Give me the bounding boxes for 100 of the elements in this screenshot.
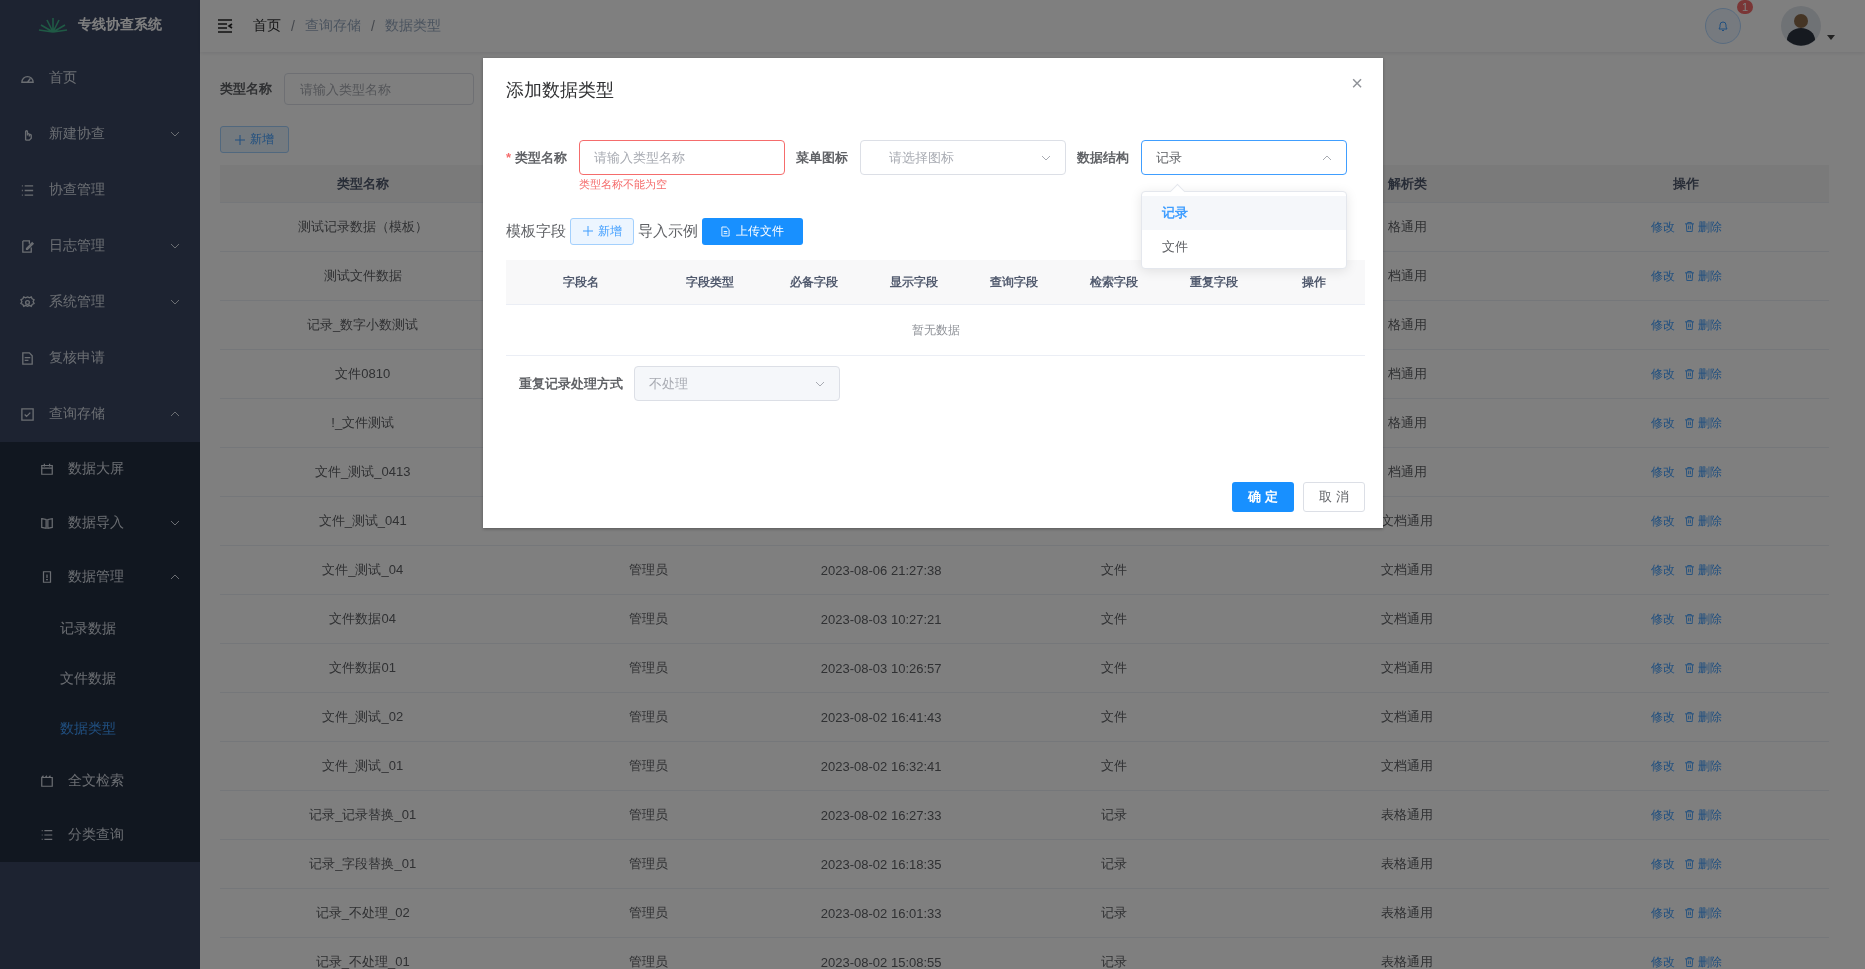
select-field[interactable]: 请选择图标 bbox=[859, 140, 1066, 175]
edit-link[interactable]: 修改 bbox=[1650, 316, 1675, 334]
table-cell: 文件 bbox=[1101, 659, 1128, 677]
close-button[interactable]: × bbox=[1345, 70, 1369, 97]
table-cell: 表格通用 bbox=[1381, 806, 1434, 824]
table-cell: 档通用 bbox=[1387, 463, 1427, 481]
add-field-button[interactable]: 新增 bbox=[570, 217, 634, 245]
table-cell: 文件_测试_04 bbox=[322, 561, 404, 579]
delete-link[interactable]: 删除 bbox=[1684, 267, 1722, 285]
delete-link[interactable]: 删除 bbox=[1684, 757, 1722, 775]
field-label: 重复记录处理方式 bbox=[519, 375, 623, 393]
delete-link[interactable]: 删除 bbox=[1684, 610, 1722, 628]
delete-link[interactable]: 删除 bbox=[1684, 904, 1722, 922]
delete-link[interactable]: 删除 bbox=[1684, 365, 1722, 383]
table-cell: 2023-08-02 16:01:33 bbox=[820, 905, 942, 921]
badge-icon bbox=[40, 570, 54, 584]
menu-item[interactable]: 数据大屏 bbox=[0, 442, 200, 496]
table-cell: 管理员 bbox=[628, 953, 668, 969]
table-cell: 档通用 bbox=[1387, 267, 1427, 285]
table-cell: 管理员 bbox=[628, 806, 668, 824]
edit-link[interactable]: 修改 bbox=[1650, 218, 1675, 236]
menu-item[interactable]: 日志管理 bbox=[0, 218, 200, 274]
delete-link[interactable]: 删除 bbox=[1684, 463, 1722, 481]
edit-link[interactable]: 修改 bbox=[1650, 463, 1675, 481]
edit-link[interactable]: 修改 bbox=[1650, 365, 1675, 383]
field-label: 数据结构 bbox=[1076, 149, 1129, 167]
edit-link[interactable]: 修改 bbox=[1650, 904, 1675, 922]
edit-link[interactable]: 修改 bbox=[1650, 708, 1675, 726]
table-cell: 2023-08-02 16:32:41 bbox=[820, 758, 942, 774]
edit-link[interactable]: 修改 bbox=[1650, 659, 1675, 677]
trash-icon bbox=[1684, 663, 1694, 673]
add-button[interactable]: 新增 bbox=[220, 126, 289, 153]
trash-icon bbox=[1684, 957, 1694, 967]
table-cell: 管理员 bbox=[628, 610, 668, 628]
menu-icon[interactable] bbox=[217, 19, 233, 33]
edit-link[interactable]: 修改 bbox=[1650, 267, 1675, 285]
plus-icon bbox=[235, 134, 245, 145]
confirm-button[interactable]: 确 定 bbox=[1232, 482, 1294, 512]
edit-link[interactable]: 修改 bbox=[1650, 610, 1675, 628]
upload-button[interactable]: 上传文件 bbox=[702, 217, 803, 245]
delete-link[interactable]: 删除 bbox=[1684, 659, 1722, 677]
caret-icon[interactable] bbox=[1827, 34, 1835, 40]
menu-item[interactable]: 数据管理 bbox=[0, 550, 200, 604]
table-cell: 表格通用 bbox=[1381, 904, 1434, 922]
edit-link[interactable]: 修改 bbox=[1650, 757, 1675, 775]
table-cell: 表格通用 bbox=[1381, 855, 1434, 873]
delete-link[interactable]: 删除 bbox=[1684, 218, 1722, 236]
dropdown-option[interactable]: 文件 bbox=[1141, 230, 1346, 264]
menu-item[interactable]: 全文检索 bbox=[0, 754, 200, 808]
avatar-icon[interactable] bbox=[1781, 6, 1821, 46]
delete-link[interactable]: 删除 bbox=[1684, 953, 1722, 969]
trash-icon bbox=[1684, 320, 1694, 330]
menu-item[interactable]: 首页 bbox=[0, 50, 200, 106]
table-cell: 文件_测试_02 bbox=[322, 708, 404, 726]
menu-item[interactable]: 复核申请 bbox=[0, 330, 200, 386]
list-icon bbox=[20, 182, 35, 198]
menu-item[interactable]: 协查管理 bbox=[0, 162, 200, 218]
menu-item[interactable]: 数据类型 bbox=[0, 704, 200, 754]
table-cell: 记录_记录替换_01 bbox=[309, 806, 417, 824]
edit-link[interactable]: 修改 bbox=[1650, 512, 1675, 530]
breadcrumb-item[interactable]: 首页 bbox=[253, 17, 281, 35]
dropdown-option[interactable]: 记录 bbox=[1141, 196, 1346, 230]
document-icon bbox=[20, 350, 35, 366]
edit-link[interactable]: 修改 bbox=[1650, 414, 1675, 432]
menu-item[interactable]: 查询存储 bbox=[0, 386, 200, 442]
cancel-button[interactable]: 取 消 bbox=[1303, 482, 1365, 512]
dialog-title: 添加数据类型 bbox=[506, 79, 614, 102]
menu-item[interactable]: 分类查询 bbox=[0, 808, 200, 862]
section-label: 导入示例 bbox=[638, 221, 698, 241]
table-cell: 记录_不处理_01 bbox=[315, 953, 410, 969]
table-cell: 文件_测试_0413 bbox=[315, 463, 411, 481]
delete-link[interactable]: 删除 bbox=[1684, 561, 1722, 579]
delete-link[interactable]: 删除 bbox=[1684, 806, 1722, 824]
delete-link[interactable]: 删除 bbox=[1684, 855, 1722, 873]
chevron-icon bbox=[170, 574, 180, 580]
select-field[interactable]: 记录 bbox=[1140, 140, 1347, 175]
table-cell: 文件_测试_01 bbox=[322, 757, 404, 775]
name-field[interactable]: 请输入类型名称 bbox=[578, 140, 785, 175]
table-cell: 测试文件数据 bbox=[323, 267, 402, 285]
breadcrumb-separator: / bbox=[370, 18, 375, 34]
edit-link[interactable]: 修改 bbox=[1650, 806, 1675, 824]
chevron-icon bbox=[170, 411, 180, 417]
edit-link[interactable]: 修改 bbox=[1650, 855, 1675, 873]
table-cell: 测试记录数据（模板） bbox=[297, 218, 428, 236]
menu-item[interactable]: 系统管理 bbox=[0, 274, 200, 330]
bell-icon bbox=[1717, 20, 1729, 32]
empty-text: 暂无数据 bbox=[911, 321, 960, 339]
delete-link[interactable]: 删除 bbox=[1684, 512, 1722, 530]
column-header: 类型名称 bbox=[336, 174, 389, 193]
edit-link[interactable]: 修改 bbox=[1650, 953, 1675, 969]
menu-item[interactable]: 文件数据 bbox=[0, 654, 200, 704]
menu-item[interactable]: 新建协查 bbox=[0, 106, 200, 162]
delete-link[interactable]: 删除 bbox=[1684, 316, 1722, 334]
edit-link[interactable]: 修改 bbox=[1650, 561, 1675, 579]
chevron-icon bbox=[1321, 154, 1332, 161]
menu-item[interactable]: 数据导入 bbox=[0, 496, 200, 550]
delete-link[interactable]: 删除 bbox=[1684, 708, 1722, 726]
filter-label: 类型名称 bbox=[220, 80, 272, 98]
delete-link[interactable]: 删除 bbox=[1684, 414, 1722, 432]
menu-item[interactable]: 记录数据 bbox=[0, 604, 200, 654]
